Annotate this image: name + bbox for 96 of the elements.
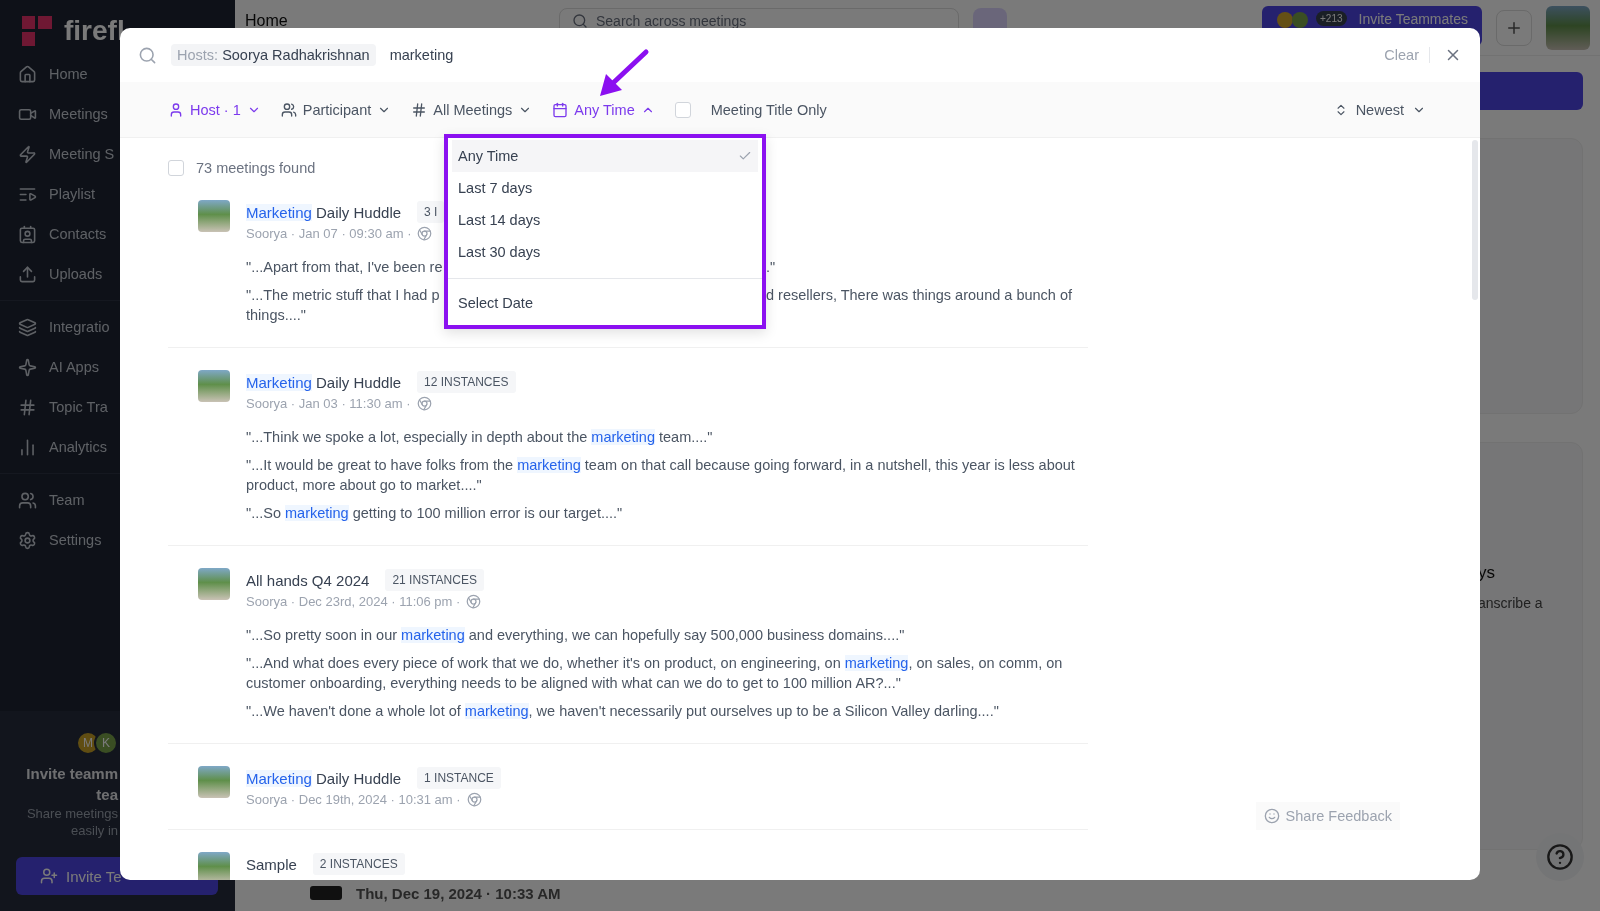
sidebar-item[interactable]: Uploads xyxy=(0,254,235,294)
instances-badge: 1 INSTANCE xyxy=(417,767,501,789)
snippet-text: ." xyxy=(766,258,776,277)
snippet-text: things...." xyxy=(246,306,307,325)
sidebar-item[interactable]: Integratio xyxy=(0,307,235,347)
user-plus-icon xyxy=(40,867,58,885)
scrollbar[interactable] xyxy=(1472,140,1478,300)
avatar-initial: K xyxy=(94,731,118,755)
sidebar-item[interactable]: Contacts xyxy=(0,214,235,254)
snippet-text: "...So pretty soon in our marketing and everything, we can hopefully say 500,000 business domains...." xyxy=(246,626,906,645)
profile-photo[interactable] xyxy=(1546,5,1590,50)
calendar-icon xyxy=(552,101,569,118)
users-icon xyxy=(18,490,37,510)
host-chip[interactable]: Hosts: Soorya Radhakrishnan xyxy=(171,44,376,66)
avatar-photo xyxy=(198,766,230,798)
menu-item[interactable]: Last 7 days xyxy=(452,172,758,204)
add-button[interactable] xyxy=(1496,9,1532,46)
users-icon xyxy=(280,101,297,118)
meeting-title[interactable]: Marketing Daily Huddle xyxy=(246,769,402,787)
check-icon xyxy=(738,149,752,163)
logo-text: firefl xyxy=(64,15,125,47)
search-icon xyxy=(572,12,588,29)
annotation-arrow xyxy=(600,49,649,96)
snippet-text: "...It would be great to have folks from the marketing team on that call because going forward, in a nutshell, this year is less about product, more about go to market...." xyxy=(246,456,1076,495)
filter-dropdown[interactable]: Host · 1 xyxy=(168,101,261,118)
results-count: 73 meetings found xyxy=(196,160,316,176)
sidebar-item[interactable]: Team xyxy=(0,480,235,520)
snippet-text: "...The metric stuff that I had p xyxy=(246,286,440,305)
meeting-title[interactable]: Sample xyxy=(246,855,297,873)
upload-icon xyxy=(18,264,37,284)
sidebar-item[interactable]: Settings xyxy=(0,520,235,560)
snippet-text: d resellers, There was things around a bunch of xyxy=(766,286,1073,305)
browser-icon xyxy=(417,226,433,241)
avatar-photo xyxy=(198,370,230,402)
search-query[interactable]: marketing xyxy=(389,47,454,63)
contacts-icon xyxy=(18,224,37,244)
invite-title: tea xyxy=(96,785,118,805)
filter-dropdown[interactable]: All Meetings xyxy=(411,101,533,118)
browser-icon xyxy=(466,792,482,807)
meeting-date: Thu, Dec 19, 2024 · 10:33 AM xyxy=(356,884,561,902)
meeting-title[interactable]: Marketing Daily Huddle xyxy=(246,373,402,391)
instances-badge: 21 INSTANCES xyxy=(385,569,484,591)
browser-icon xyxy=(466,594,482,609)
checkbox[interactable] xyxy=(674,101,691,118)
logo-icon xyxy=(20,14,54,48)
sort-dropdown[interactable]: Newest xyxy=(1327,100,1432,119)
hash-icon xyxy=(411,101,428,118)
avatar-photo xyxy=(198,852,230,880)
avatar-count: +213 xyxy=(1316,10,1347,26)
sidebar-item[interactable]: Analytics xyxy=(0,427,235,467)
sparkle-icon xyxy=(18,357,37,377)
meeting-meta: Soorya · Dec 19th, 2024 · 10:31 am · xyxy=(246,792,461,807)
snippet-text: "...We haven't done a whole lot of marketing, we haven't necessarily put ourselves up to be a Silicon Valley darling...." xyxy=(246,702,1000,721)
sidebar-item[interactable]: Topic Tra xyxy=(0,387,235,427)
menu-item[interactable]: Last 30 days xyxy=(452,236,758,268)
meeting-meta: Soorya · Dec 23rd, 2024 · 11:06 pm · xyxy=(246,594,461,609)
snippet-text: "...Think we spoke a lot, especially in depth about the marketing team...." xyxy=(246,428,714,447)
menu-item[interactable]: Any Time xyxy=(452,140,758,172)
meeting-meta: Soorya · Jan 03 · 11:30 am · xyxy=(246,396,411,411)
filter-dropdown[interactable]: Any Time xyxy=(552,101,655,118)
invite-text: Share meetings xyxy=(26,805,118,822)
sidebar-item[interactable]: Playlist xyxy=(0,174,235,214)
page-title: Home xyxy=(245,11,289,30)
menu-item[interactable]: Last 14 days xyxy=(452,204,758,236)
search-icon xyxy=(138,45,157,65)
thumbnail xyxy=(310,886,342,900)
snippet-text: "...So marketing getting to 100 million error is our target...." xyxy=(246,504,624,523)
invite-title: Invite teamm xyxy=(26,764,118,784)
lightning-icon xyxy=(18,144,37,164)
meeting-title[interactable]: Marketing Daily Huddle xyxy=(246,203,402,221)
snippet-text: "...Apart from that, I've been re xyxy=(246,258,443,277)
browser-icon xyxy=(416,396,432,411)
checkbox[interactable] xyxy=(168,160,184,176)
sidebar-item[interactable]: AI Apps xyxy=(0,347,235,387)
meeting-meta: Soorya · Jan 07 · 09:30 am · xyxy=(246,226,412,241)
snippet-text: "...And what does every piece of work that we do, whether it's on product, on engineering, on marketing, on sales, on comm, on customer onboarding, everything needs to be aligned with what can we do to get to 100 million AR?..." xyxy=(246,654,1064,693)
hash-icon xyxy=(18,397,37,417)
card-text: anscribe a xyxy=(1478,595,1544,611)
filter-dropdown[interactable]: Participant xyxy=(280,101,392,118)
avatar-photo xyxy=(198,568,230,600)
user-icon xyxy=(168,101,184,118)
avatar-group-icon xyxy=(1276,10,1310,29)
settings-icon xyxy=(18,530,37,550)
instances-badge: 2 INSTANCES xyxy=(312,853,405,875)
meeting-title[interactable]: All hands Q4 2024 xyxy=(246,571,370,589)
checkbox-label: Meeting Title Only xyxy=(710,101,827,118)
bar-chart-icon xyxy=(18,437,37,457)
help-icon xyxy=(1546,843,1574,871)
smile-icon xyxy=(1263,808,1280,824)
layers-icon xyxy=(18,317,37,337)
avatar-photo xyxy=(198,200,230,232)
invite-text: easily in xyxy=(71,822,118,839)
instances-badge: 12 INSTANCES xyxy=(417,371,516,393)
home-icon xyxy=(18,64,37,84)
instances-badge: 3 I xyxy=(417,201,445,223)
menu-item[interactable]: Select Date xyxy=(452,287,758,319)
